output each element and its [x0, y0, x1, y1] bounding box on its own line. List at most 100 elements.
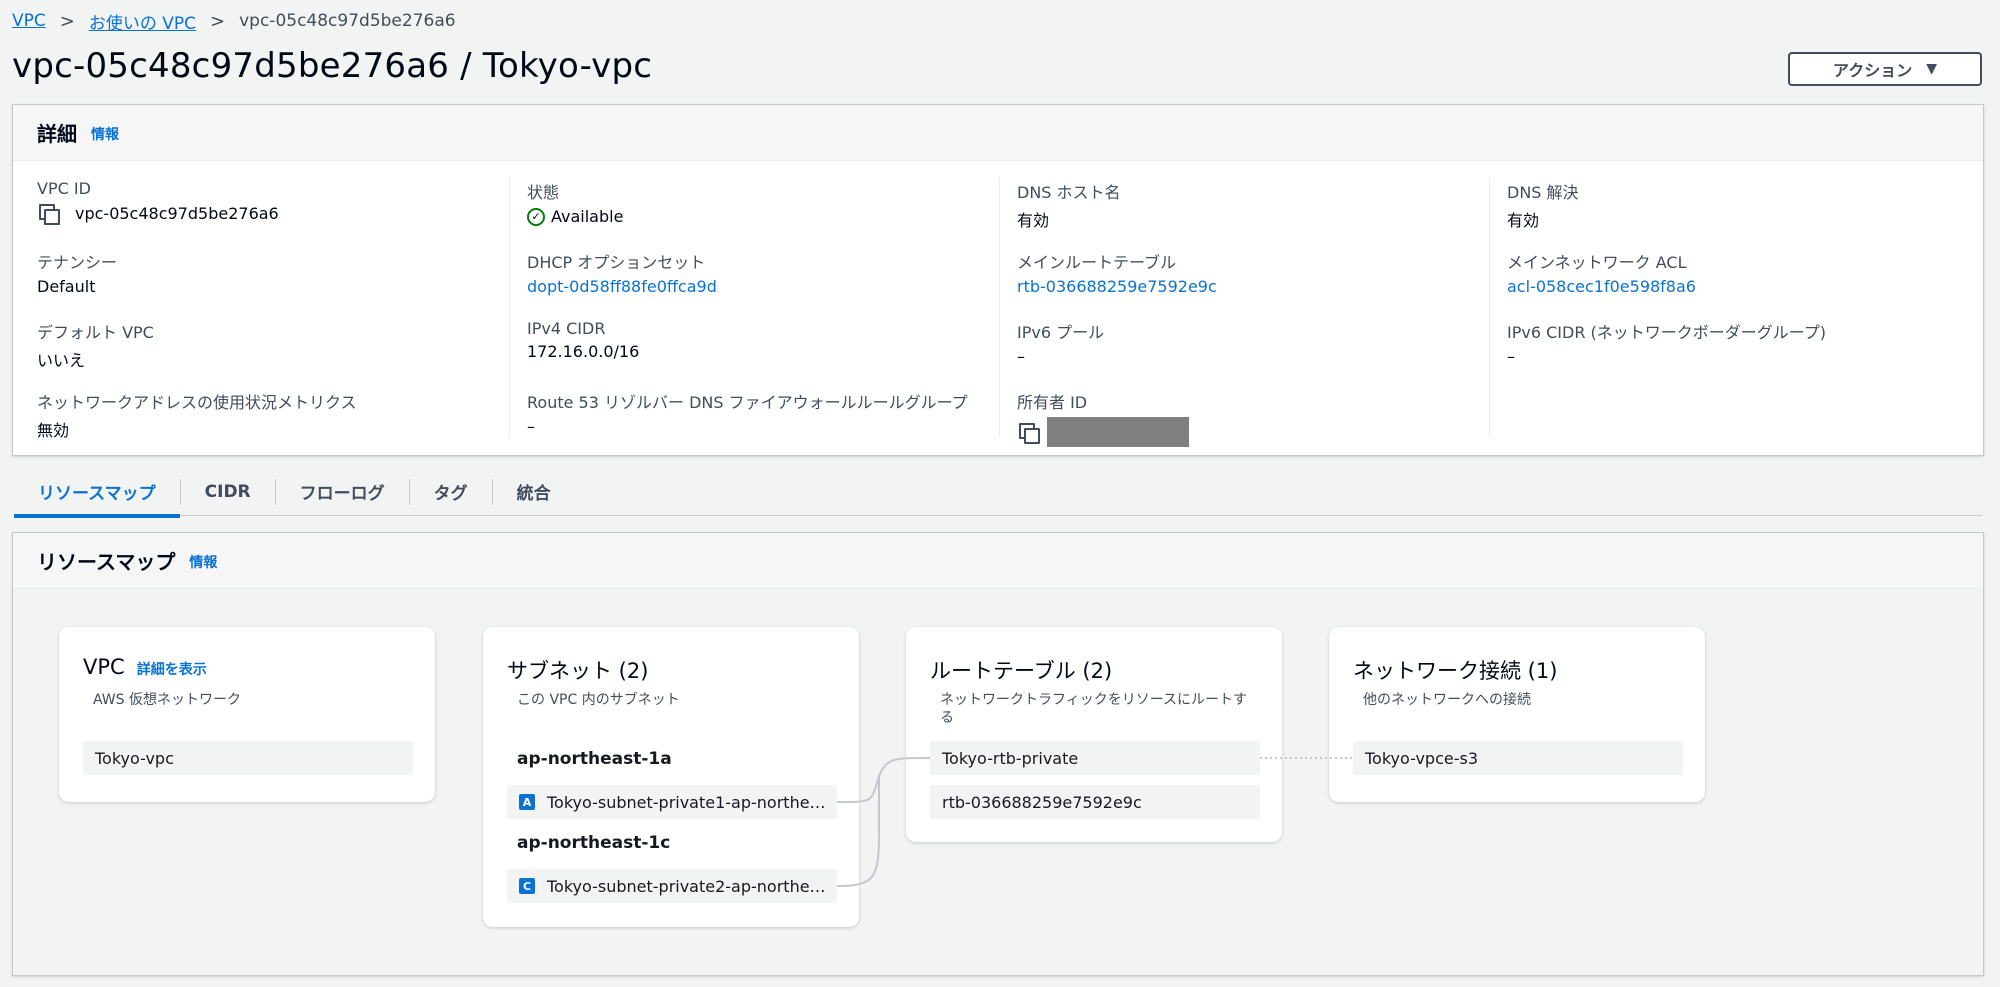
breadcrumb-current: vpc-05c48c97d5be276a6 — [239, 11, 456, 31]
details-column-1: VPC ID vpc-05c48c97d5be276a6 テナンシー Defau… — [37, 161, 497, 441]
network-connection-card-title: ネットワーク接続 (1) — [1353, 659, 1558, 683]
state-text: Available — [551, 207, 624, 226]
field-ipv4-cidr: IPv4 CIDR 172.16.0.0/16 — [527, 319, 639, 361]
vpc-card-title-text: VPC — [83, 655, 125, 679]
owner-id-label: 所有者 ID — [1017, 393, 1088, 412]
vpc-card-title: VPC 詳細を表示 — [83, 655, 207, 679]
tab-cidr[interactable]: CIDR — [181, 468, 275, 516]
field-state: 状態 ✓ Available — [527, 179, 623, 226]
field-dns-resolution: DNS 解決 有効 — [1507, 179, 1579, 231]
copy-icon[interactable] — [1017, 421, 1040, 444]
caret-down-icon: ▼ — [1926, 61, 1937, 77]
dhcp-link[interactable]: dopt-0d58ff88fe0ffca9d — [527, 277, 717, 296]
field-dhcp: DHCP オプションセット dopt-0d58ff88fe0ffca9d — [527, 249, 717, 296]
tenancy-label: テナンシー — [37, 253, 118, 272]
subnet-card-title: サブネット (2) — [507, 659, 649, 683]
tab-resource-map[interactable]: リソースマップ — [14, 468, 180, 518]
details-column-4: DNS 解決 有効 メインネットワーク ACL acl-058cec1f0e59… — [1507, 161, 1967, 441]
net-metrics-value: 無効 — [37, 421, 70, 440]
ipv6-cidr-value: – — [1507, 347, 1515, 366]
field-net-metrics: ネットワークアドレスの使用状況メトリクス 無効 — [37, 389, 357, 441]
resource-map-panel: リソースマップ 情報 VPC 詳細を表示 AWS 仮想ネットワーク Tokyo-… — [12, 532, 1984, 976]
dhcp-label: DHCP オプションセット — [527, 253, 706, 272]
vpc-item[interactable]: Tokyo-vpc — [83, 741, 413, 775]
main-rt-link[interactable]: rtb-036688259e7592e9c — [1017, 277, 1217, 296]
field-ipv6-pool: IPv6 プール – — [1017, 319, 1104, 366]
actions-button[interactable]: アクション ▼ — [1788, 52, 1982, 86]
field-owner-id: 所有者 ID — [1017, 389, 1189, 447]
vpc-id-value: vpc-05c48c97d5be276a6 — [37, 202, 279, 225]
subnet-item-1[interactable]: A Tokyo-subnet-private1-ap-northe… — [507, 785, 837, 819]
subnet-item-1-label: Tokyo-subnet-private1-ap-northe… — [547, 792, 826, 812]
details-column-2: 状態 ✓ Available DHCP オプションセット dopt-0d58ff… — [527, 161, 987, 441]
vpc-id-text: vpc-05c48c97d5be276a6 — [75, 203, 279, 223]
details-column-3: DNS ホスト名 有効 メインルートテーブル rtb-036688259e759… — [1017, 161, 1477, 447]
vpc-detail-link[interactable]: 詳細を表示 — [137, 659, 207, 679]
dns-resolution-label: DNS 解決 — [1507, 183, 1579, 202]
page-title: vpc-05c48c97d5be276a6 / Tokyo-vpc — [12, 46, 653, 86]
ipv4-cidr-label: IPv4 CIDR — [527, 319, 606, 338]
chevron-right-icon: > — [210, 10, 226, 32]
az-1c-title: ap-northeast-1c — [517, 833, 671, 853]
column-divider — [999, 177, 1000, 437]
subnet-card-subtitle: この VPC 内のサブネット — [517, 692, 680, 708]
main-rt-label: メインルートテーブル — [1017, 253, 1177, 272]
network-connection-card-subtitle: 他のネットワークへの接続 — [1363, 692, 1531, 708]
route53-value: – — [527, 417, 535, 436]
field-vpc-id: VPC ID vpc-05c48c97d5be276a6 — [37, 179, 279, 225]
net-metrics-label: ネットワークアドレスの使用状況メトリクス — [37, 393, 357, 412]
state-label: 状態 — [527, 183, 560, 202]
route-table-card-subtitle: ネットワークトラフィックをリソースにルートする — [940, 692, 1248, 726]
breadcrumb-vpc-link[interactable]: VPC — [12, 11, 46, 31]
tab-flow-logs[interactable]: フローログ — [276, 468, 409, 516]
tab-integrations[interactable]: 統合 — [493, 468, 575, 516]
dns-resolution-value: 有効 — [1507, 211, 1540, 230]
owner-id-value — [1017, 417, 1189, 447]
details-header: 詳細 情報 — [13, 105, 1983, 161]
details-panel: 詳細 情報 VPC ID vpc-05c48c97d5be276a6 テナンシー… — [12, 104, 1984, 456]
route-table-item-2[interactable]: rtb-036688259e7592e9c — [930, 785, 1260, 819]
az-1a-title: ap-northeast-1a — [517, 749, 672, 769]
resource-map-info-link[interactable]: 情報 — [189, 552, 217, 572]
dns-hostnames-label: DNS ホスト名 — [1017, 183, 1121, 202]
details-info-link[interactable]: 情報 — [91, 124, 119, 144]
field-ipv6-cidr: IPv6 CIDR (ネットワークボーダーグループ) – — [1507, 319, 1826, 366]
tab-tags[interactable]: タグ — [410, 468, 492, 516]
state-value: ✓ Available — [527, 207, 623, 226]
route-table-card-title: ルートテーブル (2) — [930, 659, 1113, 683]
vpc-id-label: VPC ID — [37, 179, 91, 198]
vpc-card: VPC 詳細を表示 AWS 仮想ネットワーク Tokyo-vpc — [59, 627, 435, 802]
main-acl-label: メインネットワーク ACL — [1507, 253, 1687, 272]
default-vpc-label: デフォルト VPC — [37, 323, 154, 342]
breadcrumb-your-vpcs-link[interactable]: お使いの VPC — [89, 9, 196, 34]
field-main-route-table: メインルートテーブル rtb-036688259e7592e9c — [1017, 249, 1217, 296]
ipv6-pool-value: – — [1017, 347, 1025, 366]
dns-hostnames-value: 有効 — [1017, 211, 1050, 230]
main-acl-link[interactable]: acl-058cec1f0e598f8a6 — [1507, 277, 1696, 296]
redacted-owner-id — [1047, 417, 1189, 447]
subnet-item-2-label: Tokyo-subnet-private2-ap-northe… — [547, 876, 826, 896]
ipv4-cidr-value: 172.16.0.0/16 — [527, 342, 640, 361]
tenancy-value: Default — [37, 277, 96, 296]
actions-button-label: アクション — [1833, 61, 1913, 80]
chevron-right-icon: > — [59, 10, 75, 32]
breadcrumb: VPC > お使いの VPC > vpc-05c48c97d5be276a6 — [12, 8, 456, 34]
default-vpc-value: いいえ — [37, 351, 86, 370]
network-connection-item[interactable]: Tokyo-vpce-s3 — [1353, 741, 1683, 775]
field-default-vpc: デフォルト VPC いいえ — [37, 319, 154, 371]
az-c-badge-icon: C — [519, 878, 535, 894]
field-tenancy: テナンシー Default — [37, 249, 117, 296]
field-main-acl: メインネットワーク ACL acl-058cec1f0e598f8a6 — [1507, 249, 1696, 296]
vpc-card-subtitle: AWS 仮想ネットワーク — [93, 692, 241, 708]
column-divider — [1489, 177, 1490, 437]
subnet-card: サブネット (2) この VPC 内のサブネット ap-northeast-1a… — [483, 627, 859, 927]
copy-icon[interactable] — [37, 202, 60, 225]
check-circle-icon: ✓ — [527, 207, 545, 226]
resource-map-header: リソースマップ 情報 — [13, 533, 1983, 589]
subnet-item-2[interactable]: C Tokyo-subnet-private2-ap-northe… — [507, 869, 837, 903]
ipv6-cidr-label: IPv6 CIDR (ネットワークボーダーグループ) — [1507, 323, 1827, 342]
route-table-card: ルートテーブル (2) ネットワークトラフィックをリソースにルートする Toky… — [906, 627, 1282, 842]
details-title: 詳細 — [37, 122, 77, 146]
field-route53: Route 53 リゾルバー DNS ファイアウォールルールグループ – — [527, 389, 968, 436]
route-table-item-1[interactable]: Tokyo-rtb-private — [930, 741, 1260, 775]
